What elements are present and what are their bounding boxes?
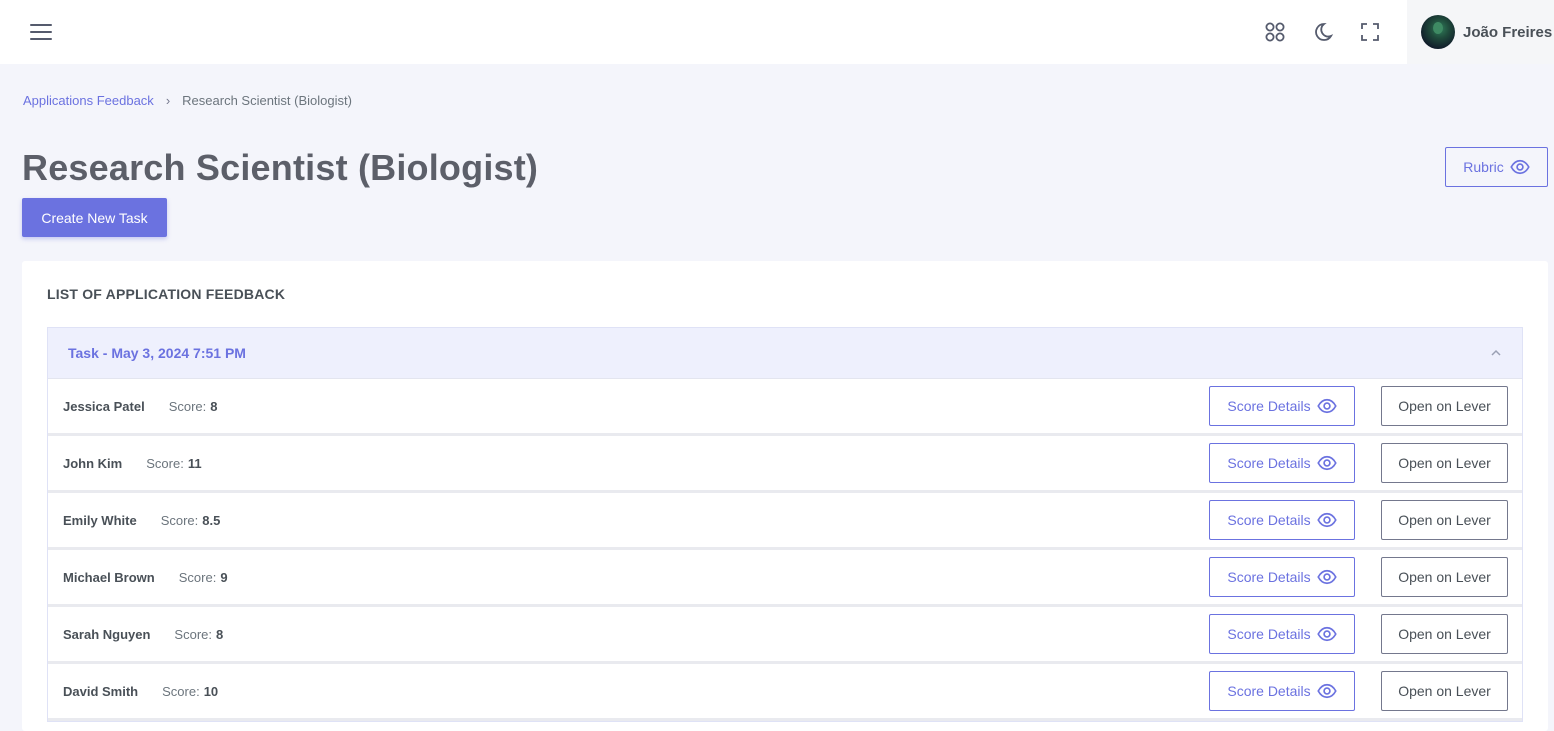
table-row: Jessica Patel Score: 8 Score Details Ope… [48, 379, 1522, 436]
score-details-button[interactable]: Score Details [1209, 671, 1355, 711]
open-on-lever-button[interactable]: Open on Lever [1381, 614, 1508, 654]
user-menu[interactable]: João Freires [1407, 0, 1554, 64]
applicant-name: Jessica Patel [63, 398, 145, 414]
table-row: Sarah Nguyen Score: 8 Score Details Open… [48, 607, 1522, 664]
score-details-button[interactable]: Score Details [1209, 614, 1355, 654]
table-row: David Smith Score: 10 Score Details Open… [48, 664, 1522, 721]
score-details-button[interactable]: Score Details [1209, 443, 1355, 483]
eye-icon [1316, 626, 1337, 642]
top-bar: João Freires [0, 0, 1554, 64]
eye-icon [1316, 455, 1337, 471]
score-label: Score: [160, 512, 199, 528]
chevron-up-icon[interactable] [1490, 346, 1502, 360]
open-on-lever-button[interactable]: Open on Lever [1381, 557, 1508, 597]
task-label: Task - May 3, 2024 7:51 PM [68, 345, 246, 361]
breadcrumb: Applications Feedback › Research Scienti… [23, 93, 352, 108]
score-value: 8 [216, 626, 224, 642]
score-label: Score: [178, 569, 217, 585]
score-details-button[interactable]: Score Details [1209, 557, 1355, 597]
open-on-lever-button[interactable]: Open on Lever [1381, 671, 1508, 711]
score-value: 8 [210, 398, 218, 414]
chevron-right-icon: › [165, 93, 171, 108]
apps-icon[interactable] [1259, 16, 1291, 48]
rubric-button-label: Rubric [1463, 159, 1504, 175]
score-value: 11 [187, 455, 202, 471]
avatar [1421, 15, 1455, 49]
score-value: 9 [220, 569, 228, 585]
score-value: 8.5 [202, 512, 221, 528]
applicant-name: David Smith [63, 683, 139, 699]
eye-icon [1316, 512, 1337, 528]
open-on-lever-button[interactable]: Open on Lever [1381, 500, 1508, 540]
feedback-card: LIST OF APPLICATION FEEDBACK Task - May … [22, 261, 1548, 731]
table-row: Michael Brown Score: 9 Score Details Ope… [48, 550, 1522, 607]
applicant-name: Emily White [63, 512, 137, 528]
eye-icon [1316, 398, 1337, 414]
fullscreen-icon[interactable] [1354, 16, 1386, 48]
breadcrumb-link-applications-feedback[interactable]: Applications Feedback [23, 93, 154, 108]
score-label: Score: [174, 626, 212, 642]
user-name: João Freires [1463, 23, 1553, 41]
eye-icon [1510, 159, 1530, 175]
score-details-label: Score Details [1227, 455, 1311, 471]
eye-icon [1316, 683, 1337, 699]
page-title: Research Scientist (Biologist) [22, 147, 539, 188]
rubric-button[interactable]: Rubric [1445, 147, 1548, 187]
score-details-button[interactable]: Score Details [1209, 386, 1355, 426]
task-accordion: Task - May 3, 2024 7:51 PM Jessica Patel… [47, 327, 1523, 722]
open-on-lever-button[interactable]: Open on Lever [1381, 443, 1508, 483]
score-details-label: Score Details [1227, 398, 1311, 414]
score-value: 10 [203, 683, 219, 699]
breadcrumb-current: Research Scientist (Biologist) [182, 93, 352, 108]
create-new-task-button[interactable]: Create New Task [22, 198, 167, 237]
table-row: John Kim Score: 11 Score Details Open on… [48, 436, 1522, 493]
score-details-label: Score Details [1227, 512, 1311, 528]
table-row: Emily White Score: 8.5 Score Details Ope… [48, 493, 1522, 550]
score-details-button[interactable]: Score Details [1209, 500, 1355, 540]
applicant-name: Michael Brown [63, 569, 155, 585]
score-details-label: Score Details [1227, 626, 1311, 642]
open-on-lever-button[interactable]: Open on Lever [1381, 386, 1508, 426]
eye-icon [1316, 569, 1337, 585]
applicant-name: Sarah Nguyen [63, 626, 151, 642]
menu-icon[interactable] [30, 22, 52, 42]
score-label: Score: [146, 455, 184, 471]
score-label: Score: [168, 398, 207, 414]
moon-icon[interactable] [1307, 16, 1339, 48]
card-title: LIST OF APPLICATION FEEDBACK [47, 286, 286, 302]
score-details-label: Score Details [1227, 569, 1311, 585]
task-accordion-header[interactable]: Task - May 3, 2024 7:51 PM [48, 328, 1522, 379]
score-label: Score: [162, 683, 200, 699]
applicant-name: John Kim [63, 455, 123, 471]
score-details-label: Score Details [1227, 683, 1311, 699]
